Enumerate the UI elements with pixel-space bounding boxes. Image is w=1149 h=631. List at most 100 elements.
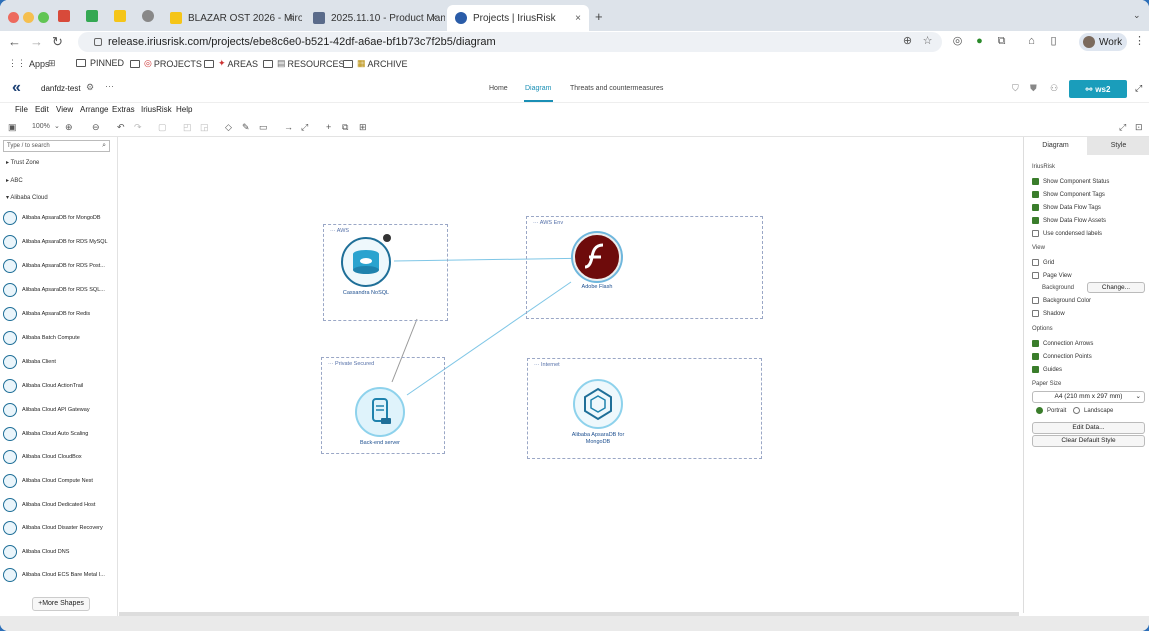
edit-data-button[interactable]: Edit Data... (1032, 422, 1145, 434)
users-icon[interactable]: ⚇ (1050, 83, 1058, 94)
waypoints-icon[interactable]: ⤢ (301, 122, 308, 132)
group-abc[interactable]: ▸ ABC (6, 177, 23, 184)
minimize-window-button[interactable] (23, 12, 34, 23)
extension-2-icon[interactable]: ● (974, 36, 985, 47)
close-tab-icon[interactable]: × (575, 13, 581, 24)
checkbox[interactable] (1032, 340, 1039, 347)
fill-color-icon[interactable]: ◇ (225, 122, 232, 132)
forward-icon[interactable]: → (30, 34, 43, 49)
table-icon[interactable]: ⊞ (359, 122, 367, 132)
profile-chip[interactable]: Work (1079, 33, 1127, 51)
more-menu-icon[interactable]: ⋮ (1134, 36, 1145, 47)
option-page-view[interactable]: Page View (1032, 272, 1072, 279)
zoom-select[interactable]: 100% (32, 122, 50, 132)
trust-zone-internet[interactable]: ··· Internet (527, 358, 762, 459)
maximize-window-button[interactable] (38, 12, 49, 23)
component-backend-server[interactable] (355, 387, 405, 437)
search-icon[interactable]: ⌕ (102, 141, 106, 151)
checkbox[interactable] (1032, 297, 1039, 304)
shape-item[interactable]: Alibaba ApsaraDB for MongoDB (3, 209, 115, 227)
shape-item[interactable]: Alibaba Cloud CloudBox (3, 448, 115, 466)
new-tab-button[interactable]: + (595, 9, 603, 24)
nav-home[interactable]: Home (489, 85, 508, 92)
shape-item[interactable]: Alibaba Cloud Dedicated Host (3, 496, 115, 514)
portrait-radio[interactable]: Portrait (1036, 407, 1066, 414)
app-logo[interactable]: « (12, 79, 21, 97)
shape-item[interactable]: Alibaba Cloud ActionTrail (3, 377, 115, 395)
nav-threats[interactable]: Threats and countermeasures (570, 85, 663, 92)
close-tab-icon[interactable]: × (431, 13, 437, 24)
shield-icon[interactable]: ⛉ (1012, 83, 1019, 94)
line-color-icon[interactable]: ✎ (242, 122, 250, 132)
shape-search-input[interactable]: Type / to search ⌕ (3, 140, 110, 152)
option-guides[interactable]: Guides (1032, 366, 1062, 373)
checkbox[interactable] (1032, 217, 1039, 224)
menu-iriusrisk[interactable]: IriusRisk (141, 105, 172, 114)
shape-item[interactable]: Alibaba ApsaraDB for Redis (3, 305, 115, 323)
landscape-radio[interactable]: Landscape (1073, 407, 1113, 414)
tab-diagram[interactable]: Diagram (1024, 137, 1087, 155)
more-options-icon[interactable]: ··· (105, 81, 114, 91)
site-info-icon[interactable] (94, 38, 102, 46)
nav-diagram[interactable]: Diagram (525, 85, 551, 92)
bookmark-resources[interactable]: ▤ RESOURCES (263, 58, 345, 69)
insert-icon[interactable]: + (326, 122, 331, 132)
expand-icon[interactable]: ⤢ (1135, 83, 1142, 94)
shape-item[interactable]: Alibaba Batch Compute (3, 329, 115, 347)
menu-edit[interactable]: Edit (35, 105, 49, 114)
close-tab-icon[interactable]: × (288, 13, 294, 24)
group-trust-zone[interactable]: ▸ Trust Zone (6, 159, 39, 166)
component-cassandra[interactable] (341, 237, 391, 287)
ws2-button[interactable]: ⚯ ws2 (1069, 80, 1127, 98)
to-back-icon[interactable]: ◲ (200, 122, 209, 132)
shape-item[interactable]: Alibaba Cloud Disaster Recovery (3, 519, 115, 537)
option-grid[interactable]: Grid (1032, 259, 1054, 266)
checkbox[interactable] (1032, 366, 1039, 373)
fullscreen-icon[interactable]: ⤢ (1119, 122, 1126, 132)
bookmark-projects[interactable]: ◎ PROJECTS (130, 58, 202, 69)
shape-icon[interactable]: ⧉ (342, 122, 348, 132)
media-icon[interactable]: ⌂ (1026, 36, 1037, 47)
zoom-icon[interactable]: ⊕ (902, 36, 913, 47)
extension-icon[interactable]: ◎ (952, 36, 963, 47)
menu-extras[interactable]: Extras (112, 105, 135, 114)
option-shadow[interactable]: Shadow (1032, 310, 1065, 317)
format-panel-toggle-icon[interactable]: ▣ (8, 122, 17, 132)
shape-item[interactable]: Alibaba Cloud Compute Nest (3, 472, 115, 490)
option-show-data-flow-assets[interactable]: Show Data Flow Assets (1032, 217, 1106, 224)
trash-icon[interactable]: ▯ (1048, 36, 1059, 47)
pinned-tab-sheets[interactable] (86, 10, 98, 22)
option-connection-points[interactable]: Connection Points (1032, 353, 1092, 360)
settings-gear-icon[interactable]: ⚙ (86, 82, 94, 93)
checkbox[interactable] (1032, 272, 1039, 279)
bookmark-star-icon[interactable]: ☆ (922, 36, 933, 47)
collapse-icon[interactable]: ⊡ (1135, 122, 1143, 132)
option-connection-arrows[interactable]: Connection Arrows (1032, 340, 1093, 347)
checkbox[interactable] (1032, 353, 1039, 360)
component-adobe-flash[interactable] (573, 233, 621, 281)
tab-style[interactable]: Style (1087, 137, 1149, 155)
bookmark-archive[interactable]: ▦ ARCHIVE (343, 58, 408, 69)
checkbox[interactable] (1032, 191, 1039, 198)
pinned-tab-gmail[interactable] (58, 10, 70, 22)
more-shapes-button[interactable]: +More Shapes (32, 597, 90, 611)
shape-item[interactable]: Alibaba ApsaraDB for RDS MySQL (3, 233, 115, 251)
change-background-button[interactable]: Change... (1087, 282, 1145, 293)
paper-size-select[interactable]: A4 (210 mm x 297 mm) ⌄ (1032, 391, 1145, 403)
tab-miro[interactable]: BLAZAR OST 2026 - Miro × (162, 5, 302, 31)
option-background-color[interactable]: Background Color (1032, 297, 1091, 304)
tab-iriusrisk[interactable]: Projects | IriusRisk × (447, 5, 589, 31)
apps-bookmark[interactable]: ⋮⋮ Apps (8, 58, 50, 69)
tab-search-icon[interactable]: ⌄ (1133, 10, 1141, 21)
shape-item[interactable]: Alibaba ApsaraDB for RDS SQL... (3, 281, 115, 299)
menu-view[interactable]: View (56, 105, 73, 114)
shape-item[interactable]: Alibaba ApsaraDB for RDS Post... (3, 257, 115, 275)
chevron-down-icon[interactable]: ⌄ (54, 122, 60, 132)
address-bar[interactable]: release.iriusrisk.com/projects/ebe8c6e0-… (78, 32, 942, 52)
redo-icon[interactable]: ↷ (134, 122, 142, 132)
bookmark-areas[interactable]: ✦ AREAS (204, 58, 258, 69)
group-alibaba-cloud[interactable]: ▾ Alibaba Cloud (6, 194, 48, 201)
trust-zone-aws-env[interactable]: ··· AWS Env (526, 216, 763, 319)
zoom-out-icon[interactable]: ⊖ (92, 122, 100, 132)
close-window-button[interactable] (8, 12, 19, 23)
